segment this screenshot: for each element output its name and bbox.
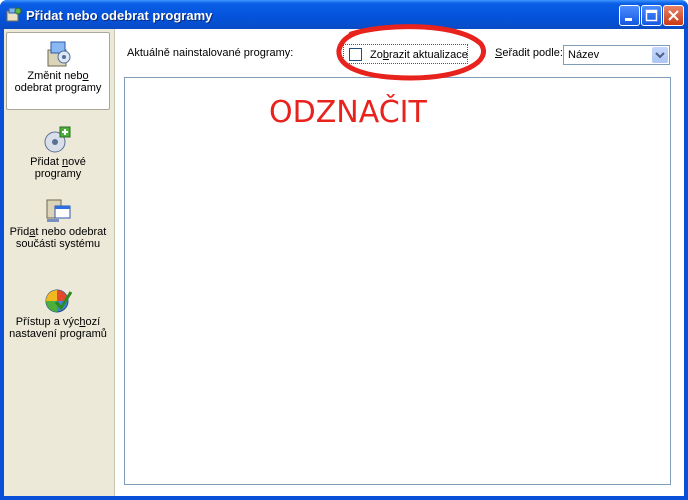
window-title: Přidat nebo odebrat programy xyxy=(26,8,213,23)
close-icon xyxy=(668,10,679,21)
program-access-defaults-icon xyxy=(45,289,73,313)
add-new-programs-icon xyxy=(44,126,71,153)
sort-by-select[interactable]: Název xyxy=(563,45,670,65)
show-updates-label: Zobrazit aktualizace xyxy=(370,49,468,61)
windows-components-icon xyxy=(46,199,71,222)
sidebar: Změnit nebo odebrat programy Přidat nové… xyxy=(4,29,115,496)
sidebar-item-label: Přístup a výchozí nastavení programů xyxy=(9,316,107,340)
sort-by-label: Seřadit podle: xyxy=(495,47,563,59)
main-panel: Aktuálně nainstalované programy: Zobrazi… xyxy=(115,24,684,496)
chevron-down-icon xyxy=(655,52,665,59)
maximize-button[interactable] xyxy=(641,5,662,26)
sort-dropdown-button[interactable] xyxy=(652,47,668,63)
sidebar-item-label: Přidat nové programy xyxy=(30,156,86,180)
sidebar-item-program-access[interactable]: Přístup a výchozí nastavení programů xyxy=(6,281,110,357)
sidebar-item-change-remove[interactable]: Změnit nebo odebrat programy xyxy=(6,32,110,110)
add-remove-programs-icon xyxy=(6,7,22,22)
sidebar-item-label: Přidat nebo odebrat součásti systému xyxy=(9,226,107,250)
show-updates-check[interactable] xyxy=(349,48,362,61)
minimize-button[interactable] xyxy=(619,5,640,26)
sort-by-value: Název xyxy=(568,49,600,61)
close-button[interactable] xyxy=(663,5,684,26)
installed-programs-label: Aktuálně nainstalované programy: xyxy=(127,47,294,59)
change-remove-programs-icon xyxy=(47,41,71,67)
installed-programs-list[interactable] xyxy=(124,77,671,485)
sidebar-item-add-new[interactable]: Přidat nové programy xyxy=(6,121,110,185)
sidebar-item-windows-components[interactable]: Přidat nebo odebrat součásti systému xyxy=(6,191,110,271)
title-bar[interactable]: Přidat nebo odebrat programy xyxy=(0,0,688,29)
maximize-icon xyxy=(645,9,658,22)
minimize-icon xyxy=(625,18,632,21)
show-updates-checkbox[interactable]: Zobrazit aktualizace xyxy=(343,44,468,64)
annotation-text: ODZNAČIT xyxy=(269,95,427,130)
window: Přidat nebo odebrat programy Změnit nebo… xyxy=(0,0,688,500)
sidebar-item-label: Změnit nebo odebrat programy xyxy=(14,70,102,94)
window-client-area: Změnit nebo odebrat programy Přidat nové… xyxy=(4,24,684,496)
